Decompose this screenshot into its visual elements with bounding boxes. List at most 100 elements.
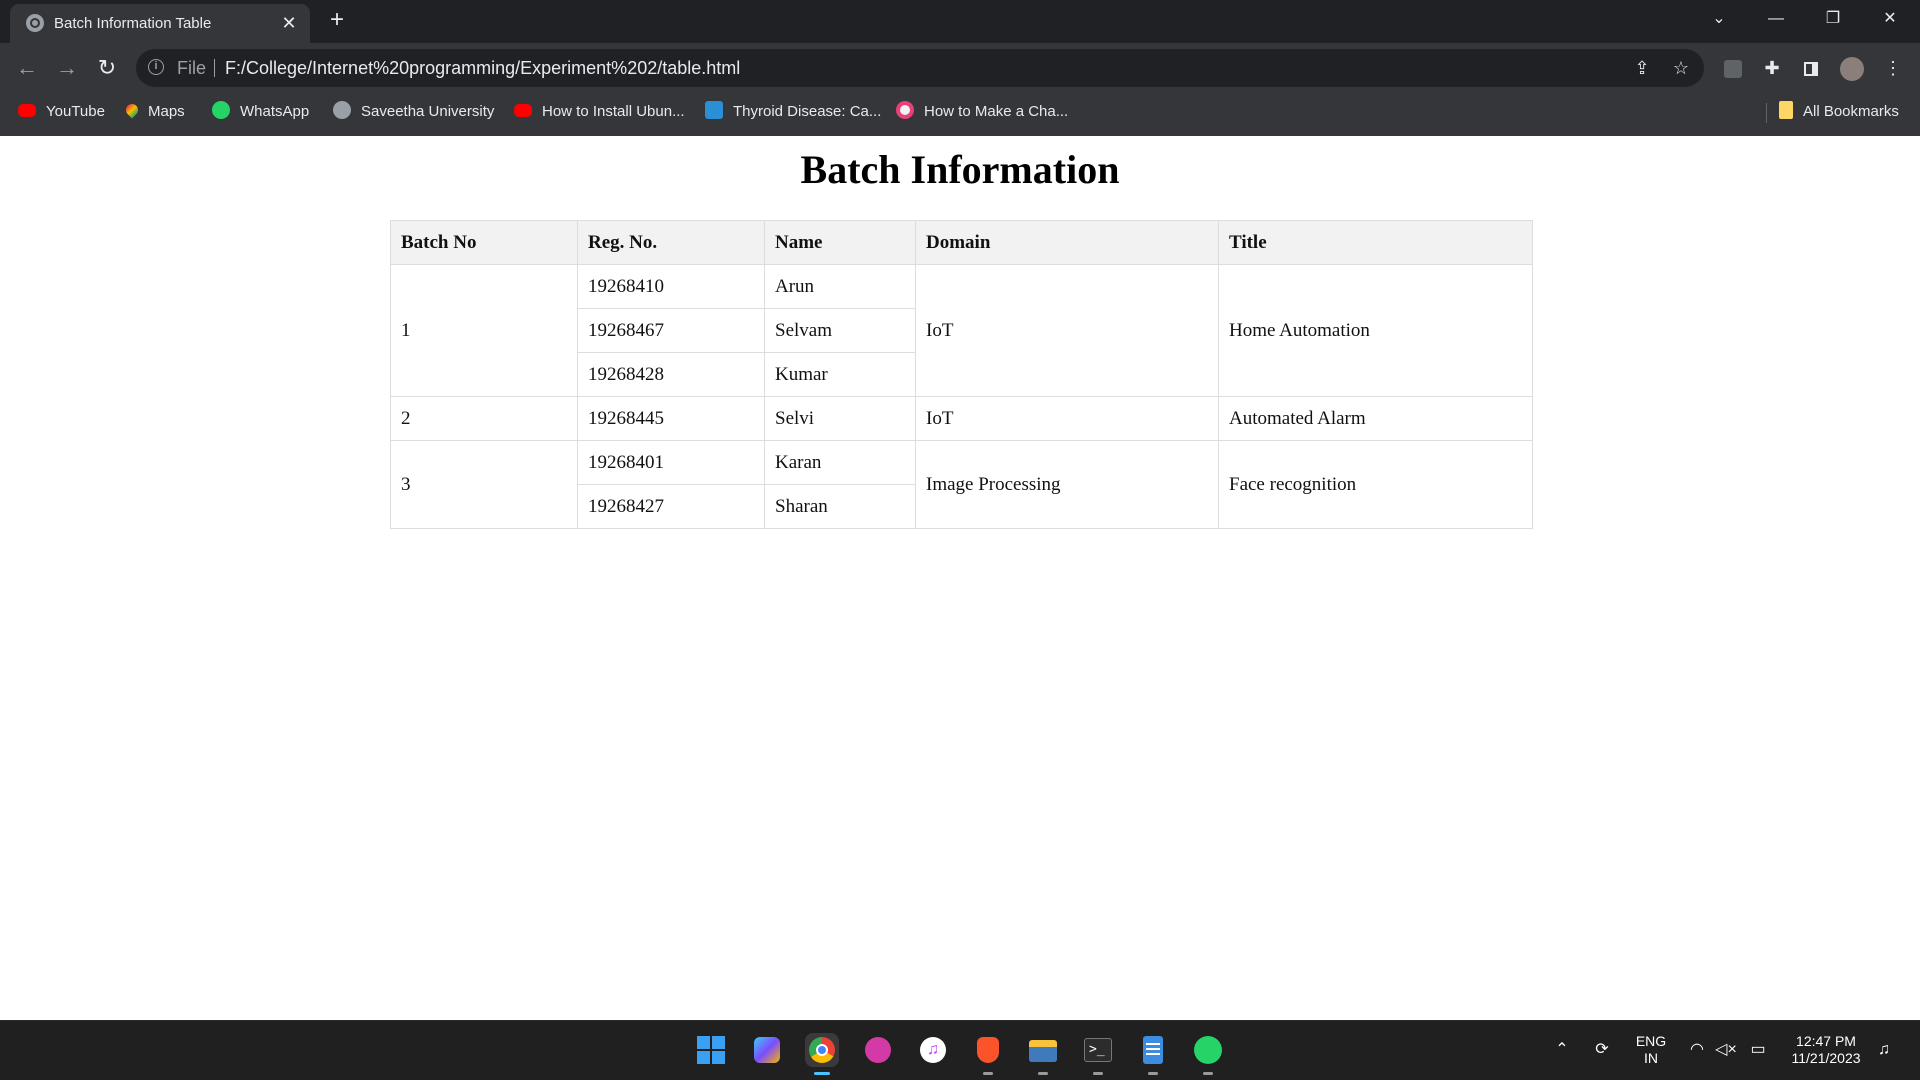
windows-start-icon[interactable] (694, 1033, 728, 1067)
header-reg-no: Reg. No. (577, 220, 765, 265)
site-icon (896, 101, 914, 120)
title-cell: Automated Alarm (1218, 396, 1533, 441)
volume-muted-icon[interactable]: ◁× (1715, 1039, 1737, 1061)
language-code: ENG (1635, 1033, 1667, 1049)
minimize-button[interactable]: — (1753, 0, 1799, 38)
input-language[interactable]: ENG IN (1628, 1033, 1674, 1067)
browser-toolbar: ← → ↻ i File F:/College/Internet%20progr… (0, 43, 1920, 93)
name-cell: Sharan (764, 484, 916, 529)
battery-icon[interactable]: ▭ (1747, 1039, 1769, 1061)
table-row: 3 19268401 Karan Image Processing Face r… (390, 440, 1533, 529)
all-bookmarks-label: All Bookmarks (1803, 103, 1899, 120)
running-indicator (983, 1072, 993, 1075)
share-icon[interactable]: ⇪ (1631, 57, 1653, 79)
bookmark-make-chart[interactable]: How to Make a Cha... (896, 93, 1068, 131)
bookmark-thyroid[interactable]: Thyroid Disease: Ca... (705, 93, 881, 131)
bookmark-star-icon[interactable]: ☆ (1670, 57, 1692, 79)
bookmark-label: How to Install Ubun... (542, 103, 685, 120)
bookmark-whatsapp[interactable]: WhatsApp (212, 93, 309, 131)
tab-strip: Batch Information Table ✕ + ⌄ — ❐ ✕ (0, 0, 1920, 43)
itunes-icon[interactable]: ♫ (916, 1033, 950, 1067)
reg-no-cell: 19268401 (577, 440, 765, 485)
globe-icon (26, 14, 44, 32)
batch-no-cell: 1 (390, 264, 578, 397)
bookmarks-bar: YouTube Maps WhatsApp Saveetha Universit… (0, 93, 1920, 136)
whatsapp-icon[interactable] (1191, 1033, 1225, 1075)
bookmark-youtube[interactable]: YouTube (18, 93, 105, 131)
whatsapp-icon (212, 101, 230, 120)
header-domain: Domain (915, 220, 1219, 265)
bookmark-maps[interactable]: Maps (123, 93, 185, 131)
chevron-up-icon[interactable]: ⌃ (1551, 1039, 1573, 1061)
header-name: Name (764, 220, 916, 265)
all-bookmarks-button[interactable]: All Bookmarks (1779, 93, 1899, 131)
bookmark-ubuntu-video[interactable]: How to Install Ubun... (514, 93, 685, 131)
reload-button[interactable]: ↻ (92, 53, 122, 83)
brave-icon[interactable] (971, 1033, 1005, 1075)
header-row: Batch No Reg. No. Name Domain Title (390, 220, 1533, 265)
extensions-puzzle-icon[interactable]: ✚ (1759, 55, 1785, 81)
new-tab-button[interactable]: + (323, 6, 351, 34)
tab-title: Batch Information Table (54, 15, 212, 32)
window-close-button[interactable]: ✕ (1867, 0, 1913, 38)
close-tab-icon[interactable]: ✕ (278, 12, 300, 34)
reg-no-cell: 19268445 (577, 396, 765, 441)
bookmark-label: YouTube (46, 103, 105, 120)
maps-icon (123, 101, 141, 119)
bookmark-saveetha[interactable]: Saveetha University (333, 93, 494, 131)
sync-icon[interactable]: ⟳ (1591, 1039, 1613, 1061)
wps-icon[interactable] (861, 1033, 895, 1067)
chrome-icon[interactable] (805, 1033, 839, 1075)
bookmarks-divider (1766, 103, 1767, 123)
name-cell: Selvam (764, 308, 916, 353)
bookmark-label: WhatsApp (240, 103, 310, 120)
restore-button[interactable]: ❐ (1810, 0, 1856, 38)
bookmark-label: How to Make a Cha... (924, 103, 1069, 120)
wifi-icon[interactable]: ◠ (1686, 1039, 1708, 1061)
date: 11/21/2023 (1791, 1050, 1861, 1066)
tab-search-icon[interactable]: ⌄ (1696, 0, 1742, 38)
bookmark-label: Saveetha University (361, 103, 495, 120)
site-icon (705, 101, 723, 120)
globe-icon (333, 101, 351, 120)
back-button[interactable]: ← (12, 53, 42, 83)
notepad-icon[interactable] (1136, 1033, 1170, 1075)
running-indicator (1203, 1072, 1213, 1075)
more-menu-icon[interactable]: ⋮ (1880, 55, 1906, 81)
reg-no-cell: 19268428 (577, 352, 765, 397)
side-panel-icon[interactable] (1798, 55, 1824, 81)
region-code: IN (1644, 1050, 1658, 1066)
title-cell: Face recognition (1218, 440, 1533, 529)
taskbar: ♫ >_ ⌃ ⟳ ENG IN ◠ ◁× ▭ 12:47 PM 11/21/20… (0, 1020, 1920, 1080)
reg-no-cell: 19268467 (577, 308, 765, 353)
table-row: 1 19268410 Arun IoT Home Automation (390, 264, 1533, 397)
active-tab[interactable]: Batch Information Table ✕ (10, 4, 310, 43)
name-cell: Selvi (764, 396, 916, 441)
domain-cell: IoT (915, 396, 1219, 441)
web-page: Batch Information Batch No Reg. No. Name… (0, 136, 1920, 1020)
table-row: 2 19268445 Selvi IoT Automated Alarm (390, 396, 1533, 441)
running-indicator (1038, 1072, 1048, 1075)
clock[interactable]: 12:47 PM 11/21/2023 (1780, 1033, 1872, 1067)
address-divider (214, 59, 215, 77)
reg-no-cell: 19268410 (577, 264, 765, 309)
file-explorer-icon[interactable] (1026, 1033, 1060, 1075)
copilot-icon[interactable] (750, 1033, 784, 1067)
address-bar[interactable]: i File F:/College/Internet%20programming… (136, 49, 1704, 87)
address-scheme: File (177, 58, 207, 78)
address-url[interactable]: F:/College/Internet%20programming/Experi… (225, 49, 740, 87)
page-title: Batch Information (800, 147, 1120, 192)
forward-button[interactable]: → (52, 53, 82, 83)
time: 12:47 PM (1796, 1033, 1856, 1049)
extension-icon[interactable] (1720, 55, 1746, 81)
notification-bell-icon[interactable]: ♫ (1873, 1039, 1895, 1061)
running-indicator (1148, 1072, 1158, 1075)
header-title: Title (1218, 220, 1533, 265)
info-icon[interactable]: i (148, 59, 164, 75)
batch-no-cell: 2 (390, 396, 578, 441)
bookmark-label: Thyroid Disease: Ca... (733, 103, 882, 120)
profile-avatar[interactable] (1839, 55, 1865, 82)
reg-no-cell: 19268427 (577, 484, 765, 529)
terminal-icon[interactable]: >_ (1081, 1033, 1115, 1075)
name-cell: Kumar (764, 352, 916, 397)
